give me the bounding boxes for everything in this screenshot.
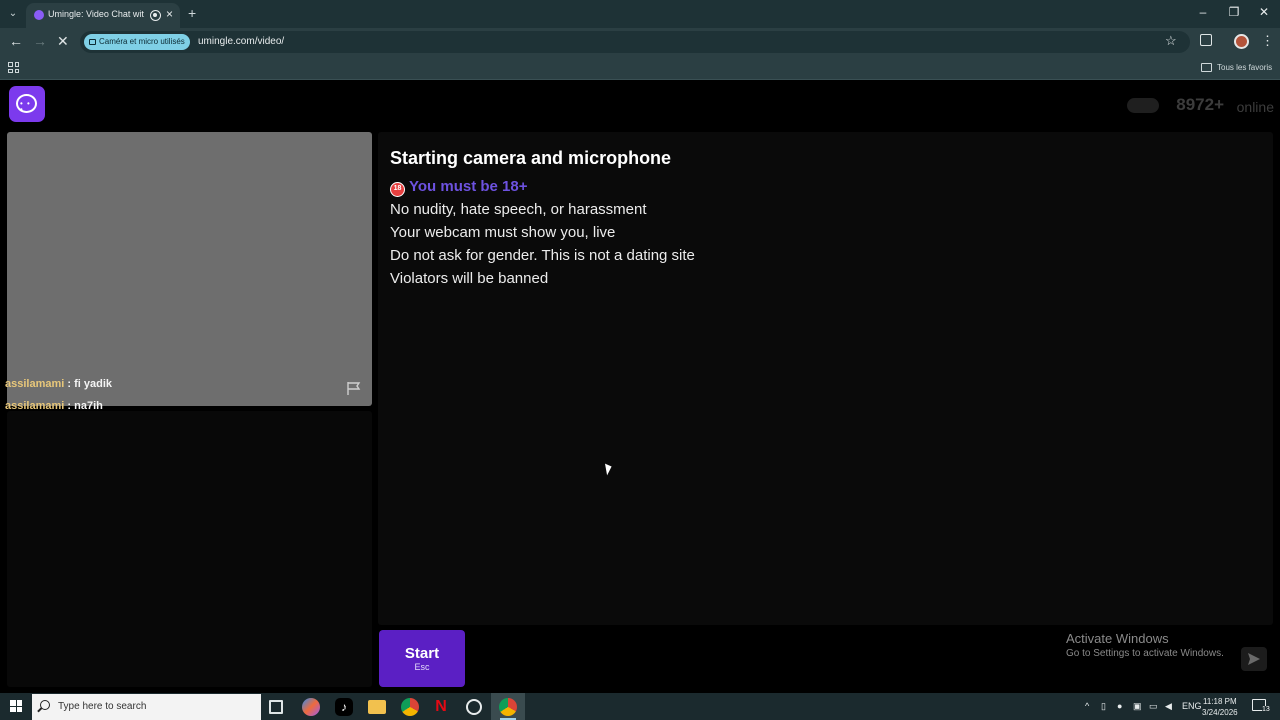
windows-start-icon[interactable]: [10, 700, 22, 712]
age-requirement: 18 You must be 18+: [390, 178, 528, 197]
netflix-icon[interactable]: N: [434, 698, 448, 716]
browser-tab[interactable]: Umingle: Video Chat with S ×: [26, 3, 180, 28]
send-icon: [1248, 653, 1260, 665]
active-chrome-window[interactable]: [491, 693, 525, 720]
camera-permission-chip[interactable]: Caméra et micro utilisés: [84, 34, 190, 50]
chat-message: assilamami : na7ih: [5, 400, 103, 412]
rule-item: Do not ask for gender. This is not a dat…: [390, 247, 695, 264]
close-window-button[interactable]: ✕: [1254, 5, 1274, 19]
watermark-subtitle: Go to Settings to activate Windows.: [1066, 648, 1224, 659]
minimize-button[interactable]: –: [1193, 5, 1213, 19]
site-favicon-icon: [34, 10, 44, 20]
battery-icon[interactable]: ▯: [1101, 701, 1106, 712]
copilot-icon[interactable]: [302, 698, 320, 716]
profile-avatar[interactable]: [1234, 34, 1249, 49]
language-indicator[interactable]: ENG: [1182, 701, 1202, 711]
rule-item: Your webcam must show you, live: [390, 224, 616, 241]
start-shortcut-hint: Esc: [414, 662, 430, 672]
clock-date: 3/24/2026: [1202, 708, 1238, 717]
file-explorer-icon[interactable]: [368, 700, 386, 714]
browser-menu-icon[interactable]: ⋮: [1261, 33, 1274, 49]
taskbar-search[interactable]: Type here to search: [32, 694, 261, 720]
notification-count: 13: [1262, 706, 1270, 713]
url-text[interactable]: umingle.com/video/: [198, 36, 284, 47]
tiktok-icon[interactable]: ♪: [335, 698, 353, 716]
start-label: Start: [404, 645, 440, 662]
system-clock[interactable]: 11:18 PM 3/24/2026: [1202, 696, 1238, 718]
search-icon: [40, 700, 50, 710]
recording-icon: [150, 10, 161, 21]
address-bar[interactable]: Caméra et micro utilisés umingle.com/vid…: [80, 31, 1190, 53]
restore-button[interactable]: ❐: [1224, 5, 1244, 19]
rule-item: Violators will be banned: [390, 270, 549, 287]
forward-button[interactable]: →: [33, 33, 47, 49]
task-view-icon[interactable]: [269, 700, 283, 714]
activate-windows-watermark: Activate Windows Go to Settings to activ…: [1066, 631, 1224, 659]
site-logo[interactable]: • • •: [9, 86, 45, 122]
start-button[interactable]: Start Esc: [379, 630, 465, 687]
new-tab-button[interactable]: +: [188, 5, 196, 21]
chat-username: assilamami: [5, 378, 65, 390]
online-indicator: 8972+ online: [1114, 95, 1274, 117]
permission-chip-label: Caméra et micro utilisés: [99, 37, 185, 46]
tab-search-icon[interactable]: ⌄: [6, 7, 20, 21]
watermark-title: Activate Windows: [1066, 631, 1169, 646]
windows-taskbar: Type here to search ♪ N ^ ▯ ● ▣ ▭ ◀ ENG …: [0, 693, 1280, 720]
clock-time: 11:18 PM: [1202, 697, 1237, 706]
chrome-icon[interactable]: [401, 698, 419, 716]
search-placeholder: Type here to search: [58, 701, 147, 712]
send-button[interactable]: [1241, 647, 1267, 671]
chat-text: fi yadik: [74, 378, 113, 390]
age-18-icon: 18: [390, 182, 405, 197]
network-icon[interactable]: ▭: [1149, 701, 1158, 712]
chat-username: assilamami: [5, 400, 65, 412]
bookmark-star-icon[interactable]: ☆: [1165, 33, 1177, 49]
tab-title: Umingle: Video Chat with S: [48, 9, 144, 19]
browser-tab-bar: ⌄ Umingle: Video Chat with S × + – ❐ ✕: [0, 0, 1280, 28]
extensions-icon[interactable]: [1200, 34, 1212, 46]
tab-close-icon[interactable]: ×: [166, 7, 173, 21]
tray-overflow-icon[interactable]: ^: [1085, 701, 1089, 711]
online-label: online: [1236, 99, 1274, 115]
status-title: Starting camera and microphone: [390, 148, 672, 168]
rule-item: No nudity, hate speech, or harassment: [390, 201, 647, 218]
volume-icon[interactable]: ◀: [1165, 701, 1172, 712]
online-count: 8972+: [1176, 95, 1224, 114]
microphone-icon[interactable]: ●: [1117, 701, 1122, 711]
toggle-switch[interactable]: [1127, 98, 1159, 113]
chat-text: na7ih: [74, 400, 103, 412]
bookmarks-bar: Tous les favoris: [0, 56, 1280, 80]
apps-grid-icon[interactable]: [8, 62, 19, 73]
back-button[interactable]: ←: [9, 33, 23, 49]
age-text: You must be 18+: [409, 178, 528, 195]
page-content: • • • 8972+ online assilamami : fi yadik…: [0, 81, 1280, 693]
flag-icon[interactable]: [346, 381, 362, 396]
chat-message: assilamami : fi yadik: [5, 378, 113, 390]
camera-icon: [89, 39, 96, 45]
browser-toolbar: ← → ✕ Caméra et micro utilisés umingle.c…: [0, 28, 1280, 56]
chrome-icon: [499, 698, 517, 716]
chat-panel: Starting camera and microphone 18 You mus…: [378, 132, 1273, 625]
stop-loading-button[interactable]: ✕: [57, 33, 69, 50]
local-video: [7, 411, 372, 687]
app-icon[interactable]: [466, 699, 482, 715]
all-bookmarks-link[interactable]: Tous les favoris: [1217, 63, 1272, 72]
remote-video: [7, 132, 372, 406]
camera-tray-icon[interactable]: ▣: [1133, 701, 1142, 712]
folder-icon: [1201, 63, 1212, 72]
